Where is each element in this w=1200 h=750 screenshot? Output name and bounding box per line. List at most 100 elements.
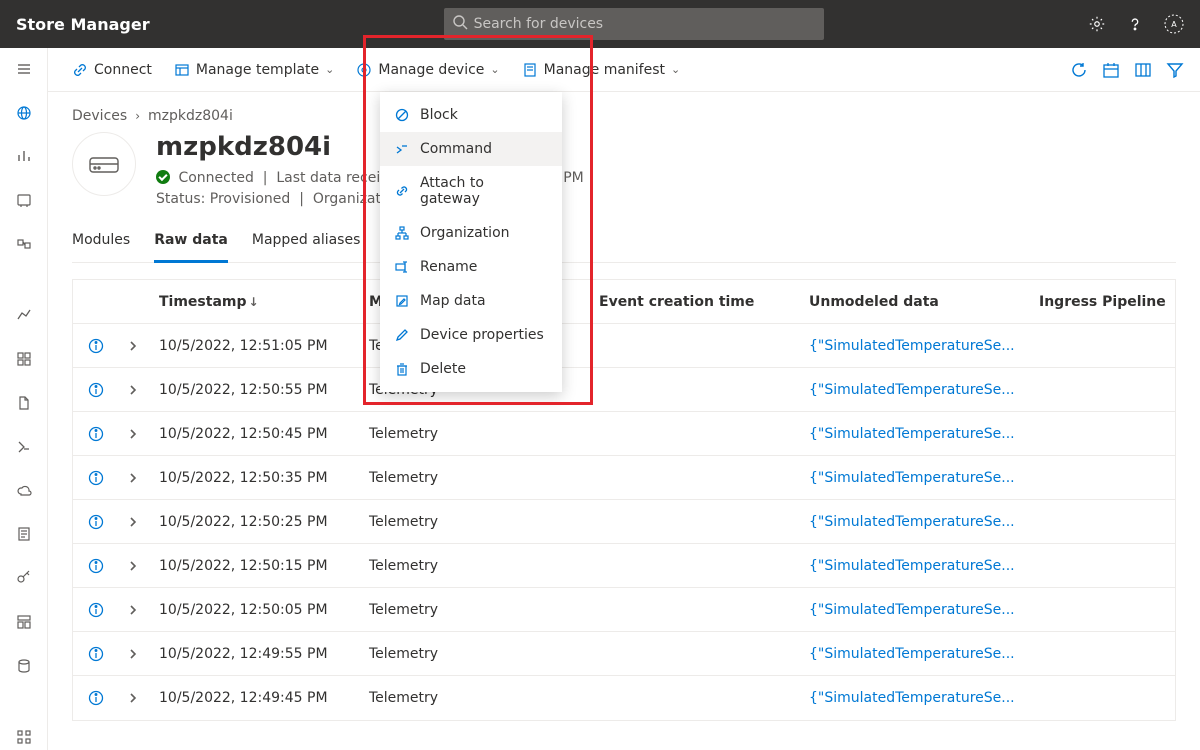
expand-row-icon[interactable] <box>119 340 151 352</box>
manage-manifest-button[interactable]: Manage manifest ⌄ <box>514 56 689 84</box>
breadcrumb-root[interactable]: Devices <box>72 108 127 124</box>
cell-unmodeled[interactable]: {"SimulatedTemperatureSe... <box>801 690 1031 706</box>
dropdown-attach[interactable]: Attach to gateway <box>380 166 562 216</box>
cell-unmodeled[interactable]: {"SimulatedTemperatureSe... <box>801 426 1031 442</box>
manage-manifest-label: Manage manifest <box>544 62 665 78</box>
cell-message-type: Telemetry <box>361 690 591 706</box>
connect-button[interactable]: Connect <box>64 56 160 84</box>
cell-message-type: Telemetry <box>361 470 591 486</box>
delete-icon <box>394 362 410 376</box>
info-icon[interactable] <box>73 382 119 398</box>
settings-icon[interactable] <box>1088 15 1106 33</box>
col-event-time[interactable]: Event creation time <box>591 294 801 310</box>
col-timestamp[interactable]: Timestamp↓ <box>151 294 361 310</box>
expand-row-icon[interactable] <box>119 648 151 660</box>
group-icon[interactable] <box>8 231 40 257</box>
manage-template-button[interactable]: Manage template ⌄ <box>166 56 342 84</box>
key-icon[interactable] <box>8 565 40 591</box>
info-icon[interactable] <box>73 646 119 662</box>
expand-row-icon[interactable] <box>119 604 151 616</box>
dropdown-rename[interactable]: Rename <box>380 250 562 284</box>
cell-unmodeled[interactable]: {"SimulatedTemperatureSe... <box>801 338 1031 354</box>
info-icon[interactable] <box>73 558 119 574</box>
globe-icon[interactable] <box>8 100 40 126</box>
cell-unmodeled[interactable]: {"SimulatedTemperatureSe... <box>801 470 1031 486</box>
cell-message-type: Telemetry <box>361 514 591 530</box>
col-ingress[interactable]: Ingress Pipeline <box>1031 294 1200 310</box>
info-icon[interactable] <box>73 338 119 354</box>
apps-icon[interactable] <box>8 724 40 750</box>
dropdown-delete[interactable]: Delete <box>380 352 562 386</box>
pencil-icon <box>394 328 410 342</box>
expand-row-icon[interactable] <box>119 428 151 440</box>
info-icon[interactable] <box>73 602 119 618</box>
expand-row-icon[interactable] <box>119 516 151 528</box>
info-icon[interactable] <box>73 470 119 486</box>
cell-message-type: Telemetry <box>361 558 591 574</box>
dropdown-properties[interactable]: Device properties <box>380 318 562 352</box>
rename-icon <box>394 260 410 274</box>
table-row: 10/5/2022, 12:51:05 PMTelemetry{"Simulat… <box>73 324 1175 368</box>
device-cmd-icon <box>356 62 372 78</box>
doc-icon[interactable] <box>8 521 40 547</box>
tab-modules[interactable]: Modules <box>72 222 130 262</box>
expand-row-icon[interactable] <box>119 472 151 484</box>
cell-timestamp: 10/5/2022, 12:50:25 PM <box>151 514 361 530</box>
dropdown-map-data[interactable]: Map data <box>380 284 562 318</box>
dropdown-command[interactable]: Command <box>380 132 562 166</box>
help-icon[interactable] <box>1126 15 1144 33</box>
dropdown-block[interactable]: Block <box>380 98 562 132</box>
account-icon[interactable]: A <box>1164 14 1184 34</box>
info-icon[interactable] <box>73 514 119 530</box>
cell-unmodeled[interactable]: {"SimulatedTemperatureSe... <box>801 646 1031 662</box>
jobs-icon[interactable] <box>8 434 40 460</box>
manage-device-button[interactable]: Manage device ⌄ <box>348 56 507 84</box>
chevron-right-icon: › <box>135 109 140 123</box>
cell-unmodeled[interactable]: {"SimulatedTemperatureSe... <box>801 558 1031 574</box>
table-row: 10/5/2022, 12:50:15 PMTelemetry{"Simulat… <box>73 544 1175 588</box>
refresh-icon[interactable] <box>1070 61 1088 79</box>
chevron-down-icon: ⌄ <box>325 63 334 76</box>
device-icon[interactable] <box>8 187 40 213</box>
col-unmodeled[interactable]: Unmodeled data <box>801 294 1031 310</box>
cell-unmodeled[interactable]: {"SimulatedTemperatureSe... <box>801 514 1031 530</box>
edit-icon <box>394 294 410 308</box>
cell-timestamp: 10/5/2022, 12:50:55 PM <box>151 382 361 398</box>
cell-message-type: Telemetry <box>361 646 591 662</box>
app-title: Store Manager <box>16 15 150 34</box>
analytics-icon[interactable] <box>8 303 40 329</box>
info-icon[interactable] <box>73 426 119 442</box>
chevron-down-icon: ⌄ <box>671 63 680 76</box>
hamburger-icon[interactable] <box>8 56 40 82</box>
manage-device-label: Manage device <box>378 62 484 78</box>
manage-device-dropdown: Block Command Attach to gateway Organiza… <box>380 92 562 392</box>
chart-icon[interactable] <box>8 144 40 170</box>
columns-icon[interactable] <box>1134 61 1152 79</box>
expand-row-icon[interactable] <box>119 384 151 396</box>
table-row: 10/5/2022, 12:50:35 PMTelemetry{"Simulat… <box>73 456 1175 500</box>
expand-row-icon[interactable] <box>119 692 151 704</box>
filter-icon[interactable] <box>1166 61 1184 79</box>
info-icon[interactable] <box>73 690 119 706</box>
expand-row-icon[interactable] <box>119 560 151 572</box>
cell-timestamp: 10/5/2022, 12:50:05 PM <box>151 602 361 618</box>
data-icon[interactable] <box>8 653 40 679</box>
search-icon <box>452 14 468 30</box>
search-input[interactable] <box>444 8 824 40</box>
dropdown-organization[interactable]: Organization <box>380 216 562 250</box>
command-icon <box>394 142 410 156</box>
tab-mapped-aliases[interactable]: Mapped aliases <box>252 222 361 262</box>
cloud-icon[interactable] <box>8 478 40 504</box>
raw-data-table: Timestamp↓ Message type Event creation t… <box>72 279 1176 721</box>
command-bar: Connect Manage template ⌄ Manage device … <box>48 48 1200 92</box>
cell-timestamp: 10/5/2022, 12:50:45 PM <box>151 426 361 442</box>
block-icon <box>394 108 410 122</box>
dashboard-icon[interactable] <box>8 346 40 372</box>
sort-down-icon: ↓ <box>249 295 259 309</box>
file-icon[interactable] <box>8 390 40 416</box>
cell-unmodeled[interactable]: {"SimulatedTemperatureSe... <box>801 382 1031 398</box>
tab-raw-data[interactable]: Raw data <box>154 222 228 263</box>
cell-unmodeled[interactable]: {"SimulatedTemperatureSe... <box>801 602 1031 618</box>
template-icon[interactable] <box>8 609 40 635</box>
calendar-icon[interactable] <box>1102 61 1120 79</box>
